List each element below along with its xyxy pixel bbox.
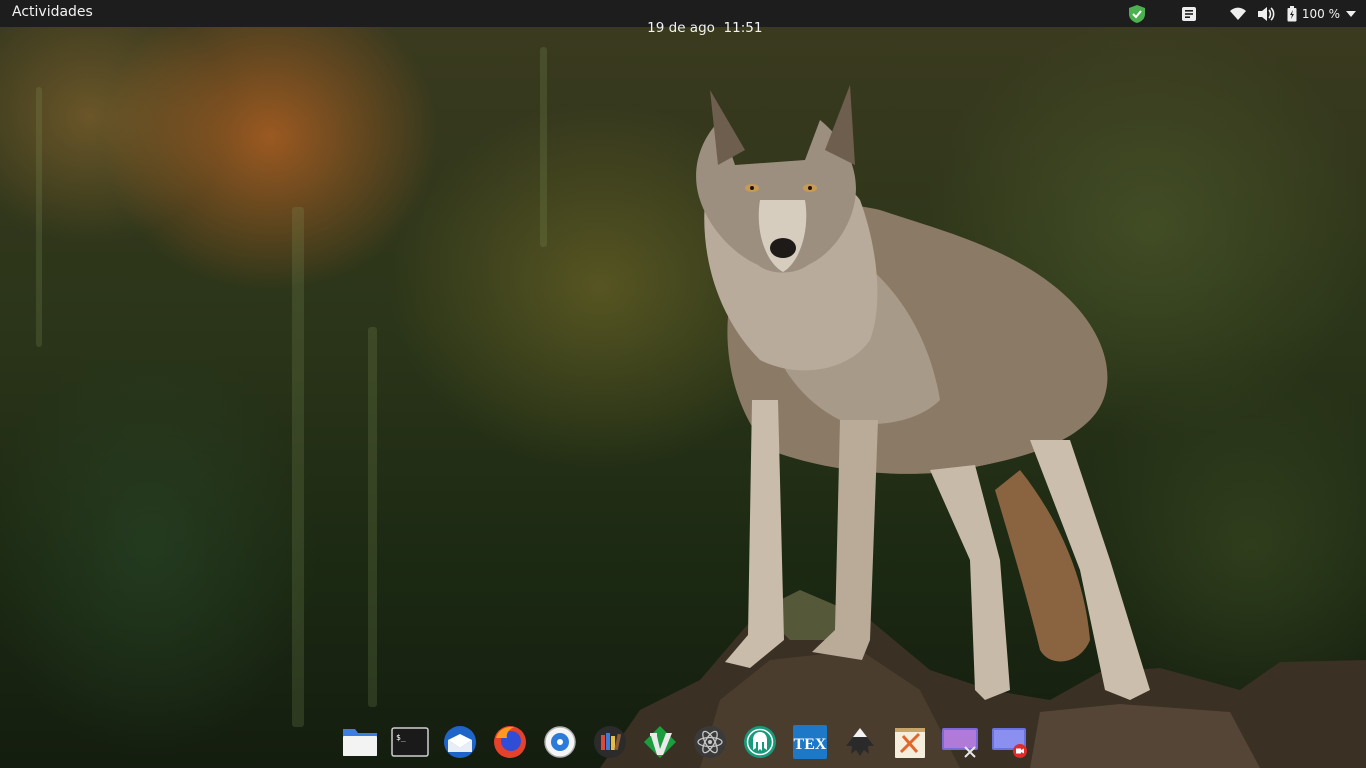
vim-icon bbox=[644, 725, 676, 758]
thunderbird-icon bbox=[444, 725, 476, 758]
dock-item-text-editor[interactable] bbox=[885, 719, 935, 764]
books-icon bbox=[594, 725, 626, 758]
battery-percent: 100 % bbox=[1301, 6, 1340, 21]
dock-item-web-browser[interactable] bbox=[535, 719, 585, 764]
wolf-photo bbox=[600, 85, 1366, 768]
battery-icon[interactable] bbox=[1287, 0, 1297, 27]
tex-icon: TEX bbox=[793, 724, 827, 759]
dock-item-bookshelf[interactable] bbox=[585, 719, 635, 764]
chevron-down-icon[interactable] bbox=[1346, 0, 1356, 27]
shield-check-icon[interactable] bbox=[1128, 0, 1146, 27]
screen-recorder-icon bbox=[992, 727, 1027, 758]
dock-item-inkscape[interactable] bbox=[835, 719, 885, 764]
dock-item-atom[interactable] bbox=[685, 719, 735, 764]
notepad-icon bbox=[895, 727, 925, 758]
compass-icon bbox=[544, 725, 576, 758]
time-label: 11:51 bbox=[723, 20, 763, 36]
dock-item-screen-recorder[interactable] bbox=[985, 719, 1035, 764]
dock-item-vim[interactable] bbox=[635, 719, 685, 764]
terminal-prompt: $_ bbox=[396, 733, 406, 742]
date-time-menu[interactable]: 19 de ago 11:51 bbox=[630, 4, 762, 52]
tex-label: TEX bbox=[794, 736, 827, 753]
dock-item-thunderbird[interactable] bbox=[435, 719, 485, 764]
screenshot-icon bbox=[942, 727, 978, 758]
date-label: 19 de ago bbox=[647, 20, 715, 36]
notes-icon[interactable] bbox=[1181, 0, 1197, 27]
terminal-icon: $_ bbox=[391, 726, 429, 757]
dock: $_ TEX bbox=[335, 719, 1035, 764]
gitkraken-icon bbox=[744, 725, 776, 758]
inkscape-icon bbox=[846, 727, 874, 756]
firefox-icon bbox=[494, 725, 526, 758]
top-bar: Actividades 19 de ago 11:51 100 % bbox=[0, 0, 1366, 36]
dock-item-files[interactable] bbox=[335, 719, 385, 764]
activities-button[interactable]: Actividades bbox=[12, 4, 93, 20]
atom-icon bbox=[694, 725, 726, 758]
dock-item-gitkraken[interactable] bbox=[735, 719, 785, 764]
dock-item-terminal[interactable]: $_ bbox=[385, 719, 435, 764]
wifi-icon[interactable] bbox=[1229, 0, 1247, 27]
dock-item-firefox[interactable] bbox=[485, 719, 535, 764]
volume-icon[interactable] bbox=[1257, 0, 1275, 27]
system-tray: 100 % bbox=[1128, 0, 1356, 27]
dock-item-screenshot[interactable] bbox=[935, 719, 985, 764]
dock-item-texmaker[interactable]: TEX bbox=[785, 719, 835, 764]
folder-icon bbox=[343, 728, 377, 756]
